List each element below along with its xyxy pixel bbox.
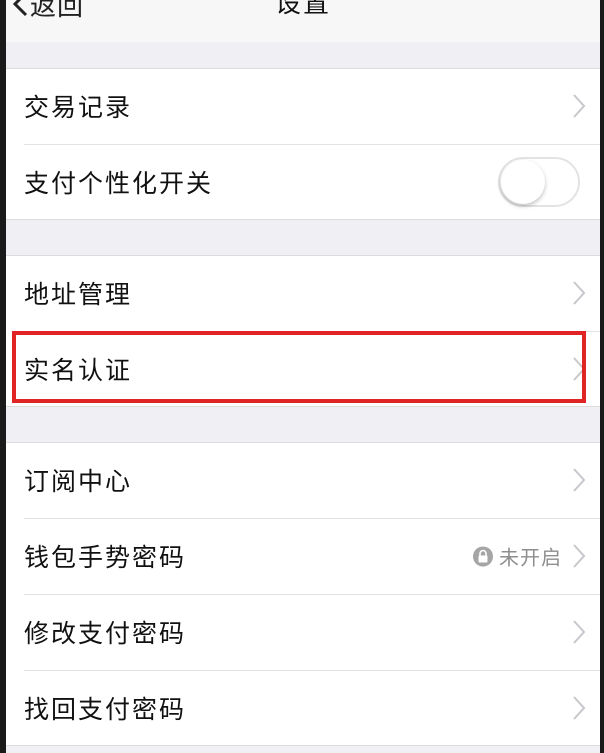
status-text: 未开启 [499, 545, 562, 570]
chevron-right-icon [573, 468, 586, 492]
settings-group-1: 交易记录 支付个性化开关 [6, 68, 600, 220]
settings-item-change-payment-password[interactable]: 修改支付密码 [6, 594, 600, 670]
gesture-password-status: 未开启 [473, 542, 562, 571]
navigation-bar: 返回 设置 [6, 0, 600, 42]
chevron-right-icon [573, 94, 586, 118]
settings-item-label: 支付个性化开关 [24, 169, 214, 198]
chevron-right-icon [573, 544, 586, 568]
payment-personalization-toggle[interactable] [498, 157, 580, 207]
settings-item-subscription-center[interactable]: 订阅中心 [6, 442, 600, 518]
chevron-right-icon [573, 696, 586, 720]
chevron-right-icon [573, 281, 586, 305]
lock-icon [473, 546, 493, 566]
settings-group-3: 订阅中心 钱包手势密码 未开启 修改支付密码 找回支付密码 [6, 442, 600, 746]
settings-item-address-management[interactable]: 地址管理 [6, 255, 600, 331]
settings-item-label: 实名认证 [24, 356, 133, 385]
chevron-right-icon [573, 620, 586, 644]
chevron-right-icon [573, 357, 586, 381]
settings-item-wallet-gesture-password[interactable]: 钱包手势密码 未开启 [6, 518, 600, 594]
settings-item-label: 订阅中心 [24, 467, 133, 496]
settings-item-payment-personalization: 支付个性化开关 [6, 144, 600, 220]
settings-item-transaction-records[interactable]: 交易记录 [6, 68, 600, 144]
settings-item-label: 钱包手势密码 [24, 543, 187, 572]
phone-screen: 返回 设置 交易记录 支付个性化开关 地址管理 实名认证 订阅中心 钱包手势密码… [6, 0, 600, 753]
settings-item-label: 地址管理 [24, 280, 133, 309]
settings-item-label: 交易记录 [24, 93, 133, 122]
settings-group-2: 地址管理 实名认证 [6, 255, 600, 407]
settings-item-real-name-verification[interactable]: 实名认证 [6, 331, 600, 407]
toggle-knob [501, 160, 545, 204]
settings-item-recover-payment-password[interactable]: 找回支付密码 [6, 670, 600, 746]
settings-item-label: 找回支付密码 [24, 695, 187, 724]
settings-item-label: 修改支付密码 [24, 619, 187, 648]
page-title: 设置 [274, 0, 331, 19]
